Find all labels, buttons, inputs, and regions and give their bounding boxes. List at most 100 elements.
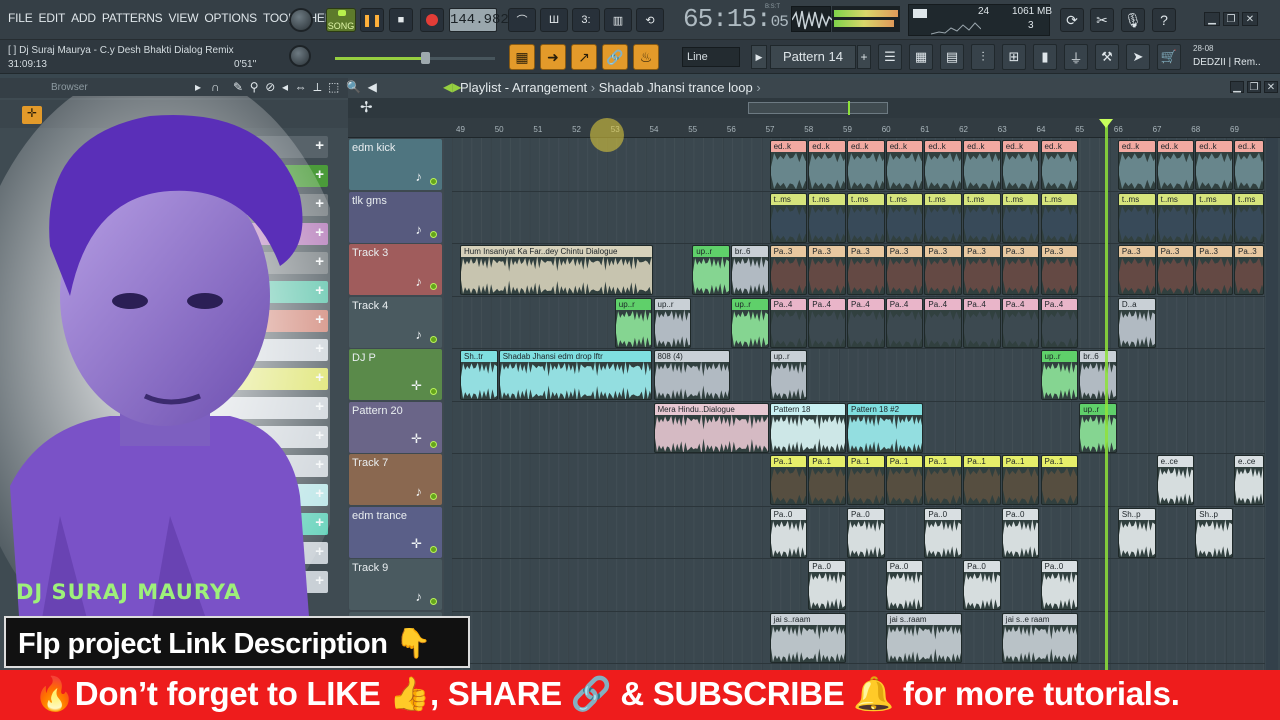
timeline-ruler[interactable] <box>348 118 1280 138</box>
wait-input-button[interactable]: Ш <box>540 8 568 32</box>
track-mute-led[interactable] <box>430 493 437 500</box>
playlist-clip[interactable]: Mera Hindu..Dialogue <box>653 402 769 453</box>
project-file-button[interactable]: ▮ <box>1033 44 1057 70</box>
step-sequencer-button[interactable]: ➜ <box>540 44 566 70</box>
step-edit-button[interactable]: ▥ <box>604 8 632 32</box>
playlist-clip[interactable]: Pa..3 <box>808 245 846 295</box>
add-pattern-button[interactable]: + <box>857 45 871 69</box>
playlist-clip[interactable]: t..ms <box>885 192 924 243</box>
playlist-clip[interactable]: t..ms <box>1234 192 1264 243</box>
playlist-clip[interactable]: t..ms <box>1117 192 1156 243</box>
bar-number[interactable]: 49 <box>456 125 465 134</box>
bar-number[interactable]: 54 <box>650 125 659 134</box>
playlist-clip[interactable]: Pa..1 <box>885 455 924 505</box>
overview-viewport[interactable] <box>748 102 888 114</box>
bar-number[interactable]: 50 <box>495 125 504 134</box>
playlist-clip[interactable]: ed..k <box>1117 140 1156 190</box>
bar-number[interactable]: 57 <box>766 125 775 134</box>
bar-number[interactable]: 64 <box>1037 125 1046 134</box>
refresh-button[interactable]: ⟳ <box>1060 8 1084 32</box>
playlist-clip[interactable]: Pa..0 <box>808 560 846 610</box>
playlist-clip[interactable]: t..ms <box>924 192 963 243</box>
track-header[interactable]: edm kick ♪ <box>349 139 442 190</box>
playlist-clip[interactable]: ed..k <box>1156 140 1195 190</box>
playlist-minimize-button[interactable]: ▁ <box>1230 81 1244 93</box>
master-pitch-handle[interactable] <box>421 52 430 64</box>
playlist-clip[interactable]: br..6 <box>1079 350 1117 400</box>
track-header[interactable]: edm trance ✛ <box>349 506 442 558</box>
playlist-clip[interactable]: Pa..0 <box>847 507 885 558</box>
tempo-display[interactable]: 144.982 <box>449 8 509 32</box>
menu-add[interactable]: ADD <box>71 11 96 25</box>
track-header[interactable]: Track 7 ♪ <box>349 454 442 505</box>
playlist-clip[interactable]: 808 (4) <box>653 350 730 400</box>
playlist-clip[interactable]: ed..k <box>769 140 808 190</box>
playlist-clip[interactable]: Pa..3 <box>885 245 924 295</box>
playlist-clip[interactable]: Pa..0 <box>885 560 924 610</box>
playlist-clip[interactable]: Pa..4 <box>1001 297 1040 348</box>
link-button[interactable]: 🔗 <box>602 44 628 70</box>
playlist-clip[interactable]: Pa..0 <box>1001 507 1040 558</box>
playlist-clip[interactable]: Pa..1 <box>924 455 963 505</box>
play-pause-button[interactable]: ❚❚ <box>360 8 384 32</box>
stop-button[interactable]: ■ <box>389 8 413 32</box>
playlist-clip[interactable]: up..r <box>692 245 730 295</box>
track-mute-led[interactable] <box>430 545 437 553</box>
menu-view[interactable]: VIEW <box>168 11 198 25</box>
playlist-clip[interactable]: Pa..1 <box>1001 455 1040 505</box>
brush-icon[interactable]: ⚲ <box>250 80 259 94</box>
playlist-clip[interactable]: up..r <box>1079 402 1117 453</box>
playlist-clip[interactable]: Pa..3 <box>1195 245 1233 295</box>
move-tool-icon[interactable]: ✢ <box>360 98 373 116</box>
track-header[interactable]: DJ P ✛ <box>349 349 442 400</box>
playlist-clip[interactable]: t..ms <box>1156 192 1195 243</box>
playlist-clip[interactable]: Pa..1 <box>963 455 1001 505</box>
menu-file[interactable]: FILE <box>8 11 33 25</box>
playlist-clip[interactable]: ed..k <box>808 140 846 190</box>
bar-number[interactable]: 60 <box>882 125 891 134</box>
pencil-icon[interactable]: ✎ <box>233 80 243 94</box>
playlist-clip[interactable]: jai s..raam <box>885 612 963 663</box>
playlist-clip[interactable]: Pa..3 <box>847 245 885 295</box>
playlist-clip[interactable]: Pa..3 <box>1234 245 1264 295</box>
send-button[interactable]: ➤ <box>1126 44 1150 70</box>
slide-tool-button[interactable]: ↗ <box>571 44 597 70</box>
playlist-clip[interactable]: Pa..3 <box>924 245 963 295</box>
playlist-clip[interactable]: D..a <box>1117 297 1156 348</box>
playlist-clip[interactable]: Pattern 18 #2 <box>847 402 924 453</box>
playlist-clip[interactable]: ed..k <box>885 140 924 190</box>
playlist-clip[interactable]: up..r <box>1040 350 1079 400</box>
menu-patterns[interactable]: PATTERNS <box>102 11 163 25</box>
help-button[interactable]: ? <box>1152 8 1176 32</box>
playlist-clip[interactable]: Pa..0 <box>769 507 808 558</box>
playlist-clip[interactable]: Pa..4 <box>1040 297 1079 348</box>
bar-number[interactable]: 65 <box>1075 125 1084 134</box>
track-mute-led[interactable] <box>430 335 437 343</box>
playlist-clip[interactable]: Pa..3 <box>1040 245 1079 295</box>
playlist-clip[interactable]: ed..k <box>1234 140 1264 190</box>
bar-number[interactable]: 63 <box>998 125 1007 134</box>
playlist-clip[interactable]: br..6 <box>730 245 769 295</box>
playlist-scrollbar[interactable] <box>1266 138 1278 670</box>
playlist-clip[interactable]: e..ce <box>1234 455 1264 505</box>
playlist-clip[interactable]: Hum Insaniyat Ka Far..dey Chintu Dialogu… <box>460 245 653 295</box>
playlist-nav-icon[interactable]: ◀▶ <box>443 80 461 94</box>
playlist-clip[interactable]: ed..k <box>847 140 885 190</box>
track-header[interactable]: Track 3 ♪ <box>349 244 442 295</box>
playlist-clip[interactable]: Pa..1 <box>769 455 808 505</box>
playlist-clip[interactable]: Pa..1 <box>1040 455 1079 505</box>
piano-roll-window-button[interactable]: ▤ <box>940 44 964 70</box>
playlist-clip[interactable]: t..ms <box>769 192 808 243</box>
minimize-button[interactable]: ▁ <box>1204 12 1220 26</box>
playlist-clip[interactable]: t..ms <box>1195 192 1233 243</box>
playlist-clip[interactable]: Pa..4 <box>808 297 846 348</box>
record-audio-button[interactable]: 🎙 <box>1121 8 1145 32</box>
track-header[interactable]: Pattern 20 ✛ <box>349 401 442 453</box>
magnet-icon[interactable]: ∩ <box>211 80 220 94</box>
bar-number[interactable]: 68 <box>1191 125 1200 134</box>
tools-button[interactable]: ⚒ <box>1095 44 1119 70</box>
restore-button[interactable]: ❐ <box>1223 12 1239 26</box>
track-header[interactable]: Track 4 ♪ <box>349 296 442 348</box>
playlist-clip[interactable]: Pa..4 <box>963 297 1001 348</box>
track-mute-led[interactable] <box>430 230 437 238</box>
